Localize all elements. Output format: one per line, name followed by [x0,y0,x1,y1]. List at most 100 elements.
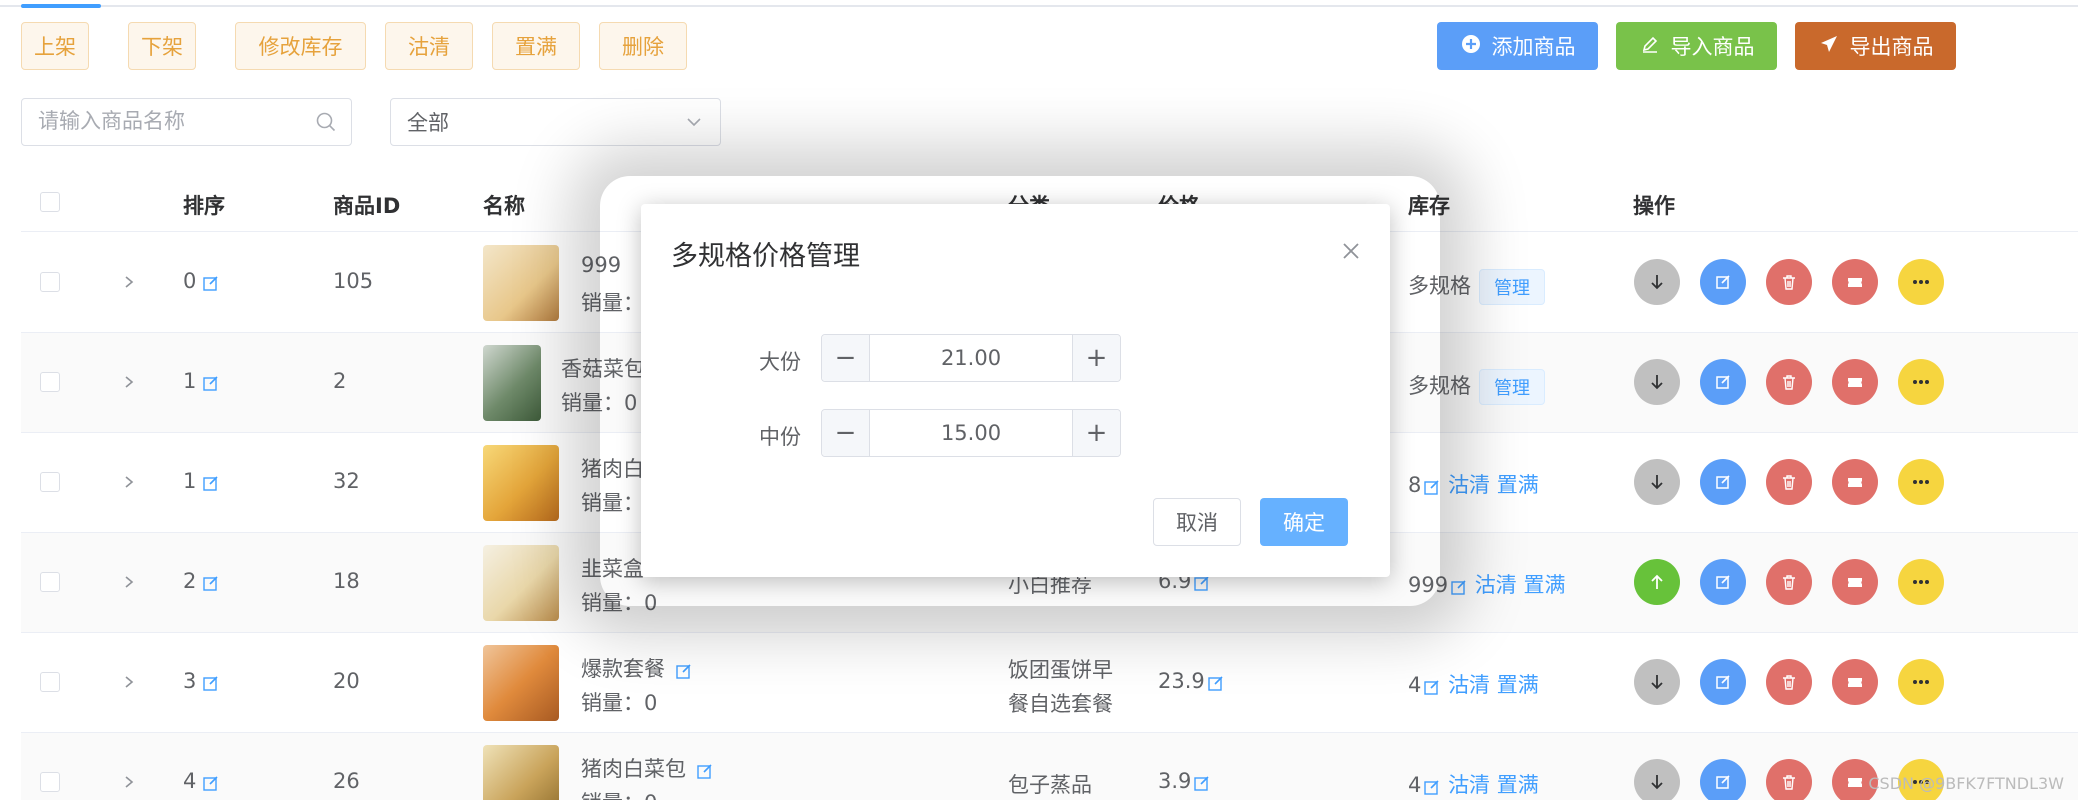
row-checkbox[interactable] [40,272,60,292]
list-on-button[interactable]: 上架 [21,22,89,70]
price-cell: 23.9 [1158,669,1225,693]
decrement-button[interactable]: − [822,335,870,381]
more-button[interactable] [1898,459,1944,505]
edit-button[interactable] [1700,359,1746,405]
edit-button[interactable] [1700,459,1746,505]
cancel-button[interactable]: 取消 [1153,498,1241,546]
manage-button[interactable]: 管理 [1479,269,1545,305]
move-down-button[interactable] [1634,659,1680,705]
edit-icon[interactable] [1423,777,1441,795]
price-input-large[interactable]: 21.00 [870,335,1072,381]
ticket-icon[interactable] [1832,459,1878,505]
clear-link[interactable]: 沽清 [1448,773,1490,797]
price-input-medium[interactable]: 15.00 [870,410,1072,456]
delete-row-button[interactable] [1766,659,1812,705]
clear-link[interactable]: 沽清 [1448,473,1490,497]
edit-icon[interactable] [202,773,220,791]
edit-icon[interactable] [1207,673,1225,691]
chevron-right-icon[interactable] [121,271,137,293]
more-button[interactable] [1898,559,1944,605]
close-icon[interactable] [1340,240,1362,262]
send-icon [1818,34,1840,59]
edit-icon[interactable] [675,661,693,679]
edit-icon[interactable] [202,573,220,591]
edit-icon[interactable] [202,273,220,291]
move-down-button[interactable] [1634,359,1680,405]
edit-icon[interactable] [202,673,220,691]
row-checkbox[interactable] [40,672,60,692]
category-select[interactable]: 全部 [390,98,721,146]
manage-button[interactable]: 管理 [1479,369,1545,405]
confirm-button[interactable]: 确定 [1260,498,1348,546]
chevron-right-icon[interactable] [121,771,137,793]
edit-button[interactable] [1700,559,1746,605]
clear-link[interactable]: 沽清 [1448,673,1490,697]
more-button[interactable] [1898,359,1944,405]
decrement-button[interactable]: − [822,410,870,456]
edit-button[interactable] [1700,759,1746,800]
price-cell: 3.9 [1158,769,1211,793]
select-all-checkbox[interactable] [40,192,60,212]
delete-row-button[interactable] [1766,559,1812,605]
clear-stock-button[interactable]: 沽清 [385,22,473,70]
ticket-icon[interactable] [1832,559,1878,605]
edit-icon[interactable] [202,373,220,391]
spec-label-large: 大份 [759,350,801,374]
import-product-button[interactable]: 导入商品 [1616,22,1777,70]
id-cell: 26 [333,769,360,793]
chevron-right-icon[interactable] [121,671,137,693]
search-input[interactable] [38,99,298,143]
search-icon[interactable] [315,111,337,133]
add-product-button[interactable]: 添加商品 [1437,22,1598,70]
fill-stock-button[interactable]: 置满 [492,22,580,70]
edit-icon[interactable] [1193,773,1211,791]
product-name: 猪肉白菜包 [581,757,686,781]
fill-link[interactable]: 置满 [1523,573,1565,597]
delete-row-button[interactable] [1766,759,1812,800]
list-off-button[interactable]: 下架 [128,22,196,70]
edit-button[interactable] [1700,659,1746,705]
edit-stock-button[interactable]: 修改库存 [235,22,366,70]
fill-link[interactable]: 置满 [1497,673,1539,697]
move-down-button[interactable] [1634,259,1680,305]
delete-row-button[interactable] [1766,459,1812,505]
ticket-icon[interactable] [1832,659,1878,705]
chevron-right-icon[interactable] [121,371,137,393]
fill-link[interactable]: 置满 [1497,773,1539,797]
export-product-button[interactable]: 导出商品 [1795,22,1956,70]
row-checkbox[interactable] [40,772,60,792]
watermark: CSDN @9BFK7FTNDL3W [1868,774,2064,793]
delete-row-button[interactable] [1766,259,1812,305]
name-cell: 猪肉白菜包 [581,753,714,783]
fill-link[interactable]: 置满 [1497,473,1539,497]
move-down-button[interactable] [1634,759,1680,800]
sort-cell: 2 [183,569,220,593]
delete-button[interactable]: 删除 [599,22,687,70]
increment-button[interactable]: + [1072,335,1120,381]
row-checkbox[interactable] [40,472,60,492]
more-button[interactable] [1898,659,1944,705]
edit-icon[interactable] [1423,677,1441,695]
edit-icon[interactable] [696,761,714,779]
ticket-icon[interactable] [1832,359,1878,405]
page-root: 上架 下架 修改库存 沽清 置满 删除 添加商品 导入商品 导出商品 全部 [0,0,2078,800]
chevron-right-icon[interactable] [121,471,137,493]
more-button[interactable] [1898,259,1944,305]
row-checkbox[interactable] [40,572,60,592]
row-checkbox[interactable] [40,372,60,392]
sales-cell: 销量：0 [581,687,657,717]
increment-button[interactable]: + [1072,410,1120,456]
sort-cell: 0 [183,269,220,293]
clear-link[interactable]: 沽清 [1475,573,1517,597]
ticket-icon[interactable] [1832,259,1878,305]
active-tab-indicator [21,4,101,8]
chevron-right-icon[interactable] [121,571,137,593]
move-up-button[interactable] [1634,559,1680,605]
move-down-button[interactable] [1634,459,1680,505]
sales-value: 0 [644,791,657,800]
chevron-down-icon [684,112,704,132]
edit-icon[interactable] [202,473,220,491]
delete-row-button[interactable] [1766,359,1812,405]
edit-icon[interactable] [1450,577,1468,595]
edit-button[interactable] [1700,259,1746,305]
